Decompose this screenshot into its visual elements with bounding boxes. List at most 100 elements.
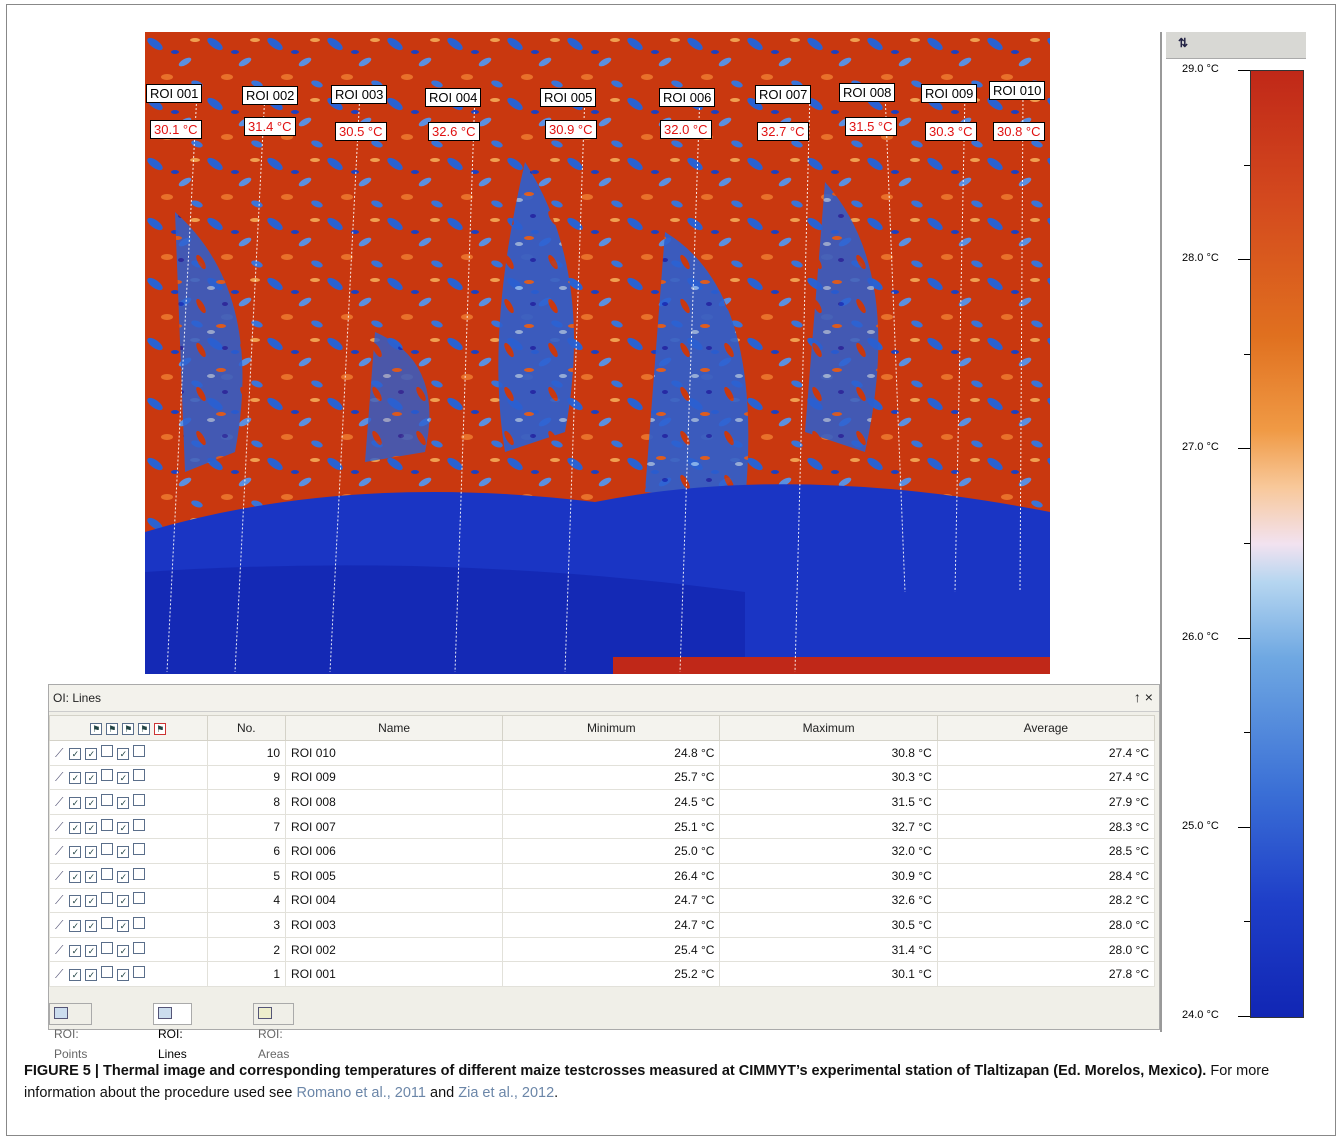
row-checkbox[interactable]: ✓ [117, 919, 130, 932]
row-checkbox[interactable]: ✓ [117, 821, 130, 834]
scale-toolbar: ⇅ [1166, 32, 1306, 59]
row-checkbox[interactable] [133, 941, 146, 954]
roi-lines-panel: OI: Lines ↑ × ⚑ ⚑ ⚑ ⚑ ⚑ No. Name Minimum Max… [48, 684, 1160, 1061]
tab-roi-lines[interactable]: ROI: Lines [153, 1003, 192, 1061]
col-icon-2[interactable]: ⚑ [106, 723, 119, 735]
row-checkbox[interactable] [133, 892, 146, 905]
tab-roi-points[interactable]: ROI: Points [49, 1003, 93, 1061]
row-checkbox[interactable] [133, 744, 146, 757]
row-checkbox[interactable]: ✓ [117, 846, 130, 859]
row-checkbox[interactable] [101, 818, 114, 831]
row-checkbox[interactable]: ✓ [85, 969, 98, 982]
panel-pin-close-icon[interactable]: ↑ × [1134, 689, 1153, 705]
cell-minimum: 24.5 °C [502, 789, 721, 815]
row-checkbox[interactable] [101, 966, 114, 979]
cell-maximum: 30.9 °C [719, 862, 938, 889]
column-header-minimum[interactable]: Minimum [502, 715, 721, 741]
table-row[interactable]: ⟋ ✓ ✓ ✓ 4 ROI 004 24.7 °C 32.6 °C 28.2 °C [49, 887, 1156, 914]
caption-ref-zia[interactable]: Zia et al., 2012 [458, 1085, 554, 1101]
tab-roi-areas[interactable]: ROI: Areas [253, 1003, 295, 1061]
row-checkbox[interactable] [133, 769, 146, 782]
row-checkbox[interactable]: ✓ [69, 821, 82, 834]
column-header-name[interactable]: Name [285, 715, 504, 741]
cell-name: ROI 009 [285, 764, 504, 791]
table-row[interactable]: ⟋ ✓ ✓ ✓ 7 ROI 007 25.1 °C 32.7 °C 28.3 °C [49, 813, 1156, 840]
row-checkbox[interactable]: ✓ [69, 796, 82, 809]
table-row[interactable]: ⟋ ✓ ✓ ✓ 6 ROI 006 25.0 °C 32.0 °C 28.5 °C [49, 838, 1156, 864]
row-checkbox[interactable] [101, 941, 114, 954]
column-header-maximum[interactable]: Maximum [719, 715, 938, 741]
column-header-no[interactable]: No. [206, 715, 287, 741]
row-checkbox[interactable]: ✓ [69, 870, 82, 883]
roi-label[interactable]: ROI 009 [921, 84, 978, 103]
cell-no: 7 [206, 813, 287, 840]
table-row[interactable]: ⟋ ✓ ✓ ✓ 2 ROI 002 25.4 °C 31.4 °C 28.0 °C [49, 936, 1156, 963]
row-checkbox[interactable]: ✓ [117, 747, 130, 760]
row-checkbox[interactable] [133, 793, 146, 806]
row-checkbox[interactable]: ✓ [117, 796, 130, 809]
row-checkbox[interactable]: ✓ [85, 870, 98, 883]
col-icon-1[interactable]: ⚑ [90, 723, 103, 735]
row-checkbox[interactable]: ✓ [69, 846, 82, 859]
row-checkbox[interactable]: ✓ [117, 870, 130, 883]
row-checkbox[interactable]: ✓ [117, 944, 130, 957]
roi-label[interactable]: ROI 004 [425, 88, 482, 107]
row-checkbox[interactable] [101, 892, 114, 905]
row-checkbox[interactable]: ✓ [69, 772, 82, 785]
roi-label[interactable]: ROI 007 [755, 85, 812, 104]
row-options: ⟋ ✓ ✓ ✓ [49, 764, 208, 791]
scale-tick-label: 29.0 °C [1182, 63, 1219, 75]
roi-label[interactable]: ROI 002 [242, 86, 299, 105]
row-checkbox[interactable]: ✓ [117, 969, 130, 982]
row-checkbox[interactable]: ✓ [69, 747, 82, 760]
row-checkbox[interactable] [101, 744, 114, 757]
row-checkbox[interactable]: ✓ [69, 895, 82, 908]
row-checkbox[interactable]: ✓ [85, 846, 98, 859]
row-checkbox[interactable] [101, 769, 114, 782]
cell-maximum: 31.5 °C [719, 789, 938, 815]
roi-label[interactable]: ROI 006 [659, 88, 716, 107]
roi-label[interactable]: ROI 010 [989, 81, 1046, 100]
row-checkbox[interactable] [133, 916, 146, 929]
column-header-options[interactable]: ⚑ ⚑ ⚑ ⚑ ⚑ [49, 715, 208, 741]
row-checkbox[interactable]: ✓ [85, 772, 98, 785]
row-checkbox[interactable]: ✓ [69, 969, 82, 982]
row-checkbox[interactable] [101, 867, 114, 880]
roi-label[interactable]: ROI 005 [540, 88, 597, 107]
roi-label[interactable]: ROI 001 [146, 84, 203, 103]
roi-label[interactable]: ROI 003 [331, 85, 388, 104]
column-header-average[interactable]: Average [936, 715, 1156, 741]
row-checkbox[interactable]: ✓ [69, 919, 82, 932]
row-checkbox[interactable] [133, 867, 146, 880]
row-checkbox[interactable] [101, 916, 114, 929]
table-row[interactable]: ⟋ ✓ ✓ ✓ 10 ROI 010 24.8 °C 30.8 °C 27.4 °C [49, 740, 1156, 766]
table-row[interactable]: ⟋ ✓ ✓ ✓ 1 ROI 001 25.2 °C 30.1 °C 27.8 °C [49, 961, 1156, 987]
row-checkbox[interactable]: ✓ [117, 772, 130, 785]
scale-toggle-icon[interactable]: ⇅ [1178, 36, 1188, 50]
col-icon-4[interactable]: ⚑ [138, 723, 151, 735]
cell-maximum: 30.5 °C [719, 912, 938, 938]
row-checkbox[interactable]: ✓ [85, 895, 98, 908]
cell-average: 27.9 °C [936, 789, 1156, 815]
row-checkbox[interactable] [133, 818, 146, 831]
col-icon-3[interactable]: ⚑ [122, 723, 135, 735]
row-checkbox[interactable]: ✓ [69, 944, 82, 957]
row-checkbox[interactable]: ✓ [85, 747, 98, 760]
row-checkbox[interactable]: ✓ [85, 919, 98, 932]
table-row[interactable]: ⟋ ✓ ✓ ✓ 5 ROI 005 26.4 °C 30.9 °C 28.4 °C [49, 862, 1156, 889]
caption-ref-romano[interactable]: Romano et al., 2011 [296, 1085, 426, 1101]
table-row[interactable]: ⟋ ✓ ✓ ✓ 8 ROI 008 24.5 °C 31.5 °C 27.9 °C [49, 789, 1156, 815]
row-checkbox[interactable]: ✓ [85, 796, 98, 809]
row-checkbox[interactable] [133, 966, 146, 979]
row-checkbox[interactable]: ✓ [85, 944, 98, 957]
row-checkbox[interactable] [133, 843, 146, 856]
row-checkbox[interactable] [101, 793, 114, 806]
table-row[interactable]: ⟋ ✓ ✓ ✓ 9 ROI 009 25.7 °C 30.3 °C 27.4 °C [49, 764, 1156, 791]
row-checkbox[interactable]: ✓ [117, 895, 130, 908]
col-icon-5[interactable]: ⚑ [154, 723, 167, 735]
roi-label[interactable]: ROI 008 [839, 83, 896, 102]
table-row[interactable]: ⟋ ✓ ✓ ✓ 3 ROI 003 24.7 °C 30.5 °C 28.0 °C [49, 912, 1156, 938]
cell-maximum: 32.0 °C [719, 838, 938, 864]
row-checkbox[interactable]: ✓ [85, 821, 98, 834]
row-checkbox[interactable] [101, 843, 114, 856]
